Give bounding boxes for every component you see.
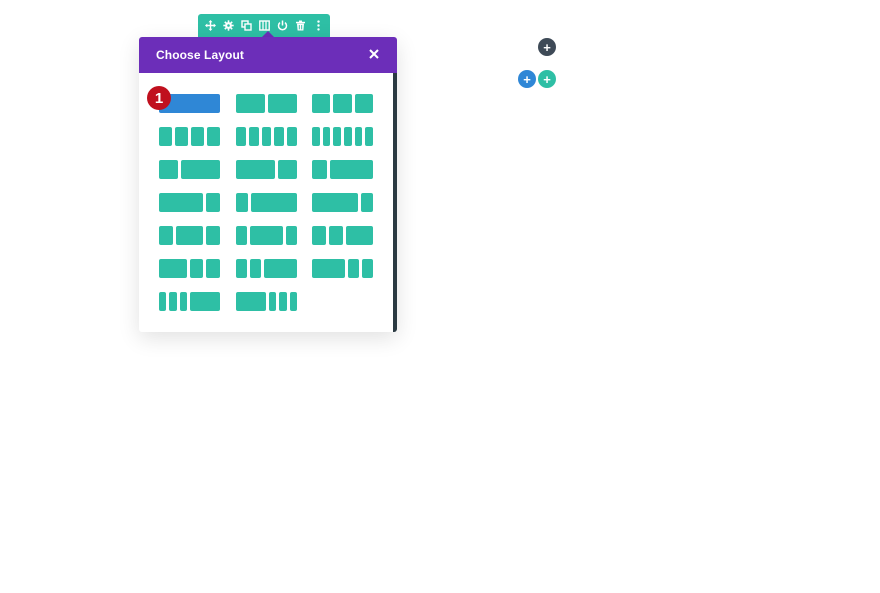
layout-column: [236, 94, 265, 113]
add-row-button[interactable]: +: [518, 70, 536, 88]
layout-column: [159, 226, 173, 245]
layout-column: [312, 127, 320, 146]
layout-column: [264, 259, 297, 278]
layout-column: [312, 160, 327, 179]
layout-column: [236, 193, 248, 212]
layout-column: [354, 94, 373, 113]
layout-column: [179, 292, 188, 311]
modal-title: Choose Layout: [156, 48, 244, 62]
layout-column: [354, 127, 363, 146]
layout-column: [312, 226, 326, 245]
layout-column: [312, 193, 359, 212]
layout-option-1-1-3[interactable]: [236, 259, 297, 278]
layout-column: [159, 259, 187, 278]
layout-column: [343, 127, 352, 146]
step-badge: 1: [147, 86, 171, 110]
layout-column: [159, 292, 167, 311]
layout-column: [189, 259, 204, 278]
duplicate-icon[interactable]: [237, 14, 255, 37]
layout-column: [279, 292, 287, 311]
layout-column: [206, 259, 220, 278]
layout-column: [268, 292, 277, 311]
layout-column: [261, 127, 272, 146]
layout-option-1-1-1[interactable]: [312, 94, 373, 113]
trash-icon[interactable]: [291, 14, 309, 37]
more-icon[interactable]: [309, 14, 327, 37]
layout-column: [250, 193, 297, 212]
layout-column: [361, 193, 373, 212]
layout-option-4-1[interactable]: [312, 193, 373, 212]
add-section-button[interactable]: +: [538, 38, 556, 56]
layout-column: [328, 226, 343, 245]
layout-option-1-3-1[interactable]: [236, 226, 297, 245]
layout-column: [236, 292, 266, 311]
layout-option-4-1-1-1[interactable]: [236, 292, 297, 311]
layout-option-1-2-1[interactable]: [159, 226, 220, 245]
layout-option-1-1-2[interactable]: [312, 226, 373, 245]
layout-column: [312, 259, 345, 278]
layout-column: [175, 127, 188, 146]
layout-column: [191, 127, 204, 146]
choose-layout-modal: Choose Layout: [139, 37, 397, 332]
modal-scrollbar[interactable]: [393, 73, 397, 332]
power-icon[interactable]: [273, 14, 291, 37]
layout-column: [362, 259, 373, 278]
layout-column: [250, 226, 283, 245]
layout-column: [205, 193, 220, 212]
layout-column: [207, 127, 220, 146]
layout-option-1-2[interactable]: [159, 160, 220, 179]
layout-column: [312, 94, 331, 113]
layout-column: [333, 127, 341, 146]
gear-icon[interactable]: [219, 14, 237, 37]
layout-column: [250, 259, 261, 278]
modal-header: Choose Layout: [139, 37, 397, 73]
layout-column: [159, 160, 179, 179]
layout-column: [159, 127, 172, 146]
layout-column: [268, 94, 297, 113]
layout-option-1-1[interactable]: [236, 94, 297, 113]
layout-column: [287, 127, 297, 146]
layout-column: [365, 127, 373, 146]
close-icon[interactable]: [366, 46, 382, 62]
layout-column: [329, 160, 373, 179]
layout-option-1-1-1-1[interactable]: [159, 127, 220, 146]
layout-column: [159, 193, 203, 212]
layout-column: [236, 160, 275, 179]
layout-column: [277, 160, 297, 179]
layout-option-1-1-1-4[interactable]: [159, 292, 220, 311]
layout-option-3-1[interactable]: [159, 193, 220, 212]
layout-column: [248, 127, 259, 146]
layout-column: [333, 94, 352, 113]
layout-column: [175, 226, 204, 245]
layout-option-1-1-1-1-1[interactable]: [236, 127, 297, 146]
layout-option-1-3[interactable]: [312, 160, 373, 179]
layout-column: [236, 259, 247, 278]
layout-option-2-1-1[interactable]: [159, 259, 220, 278]
layout-option-3-1-1[interactable]: [312, 259, 373, 278]
layout-column: [286, 226, 297, 245]
layout-column: [289, 292, 297, 311]
layout-column: [348, 259, 359, 278]
move-icon[interactable]: [201, 14, 219, 37]
layout-option-2-1[interactable]: [236, 160, 297, 179]
layout-column: [345, 226, 373, 245]
add-module-button[interactable]: +: [538, 70, 556, 88]
layout-column: [190, 292, 220, 311]
layout-option-1-4[interactable]: [236, 193, 297, 212]
layout-option-1-1-1-1-1-1[interactable]: [312, 127, 373, 146]
layout-column: [236, 127, 246, 146]
layout-column: [181, 160, 220, 179]
layout-column: [274, 127, 285, 146]
layout-column: [322, 127, 331, 146]
layout-column: [169, 292, 177, 311]
layout-column: [236, 226, 247, 245]
layout-column: [206, 226, 220, 245]
